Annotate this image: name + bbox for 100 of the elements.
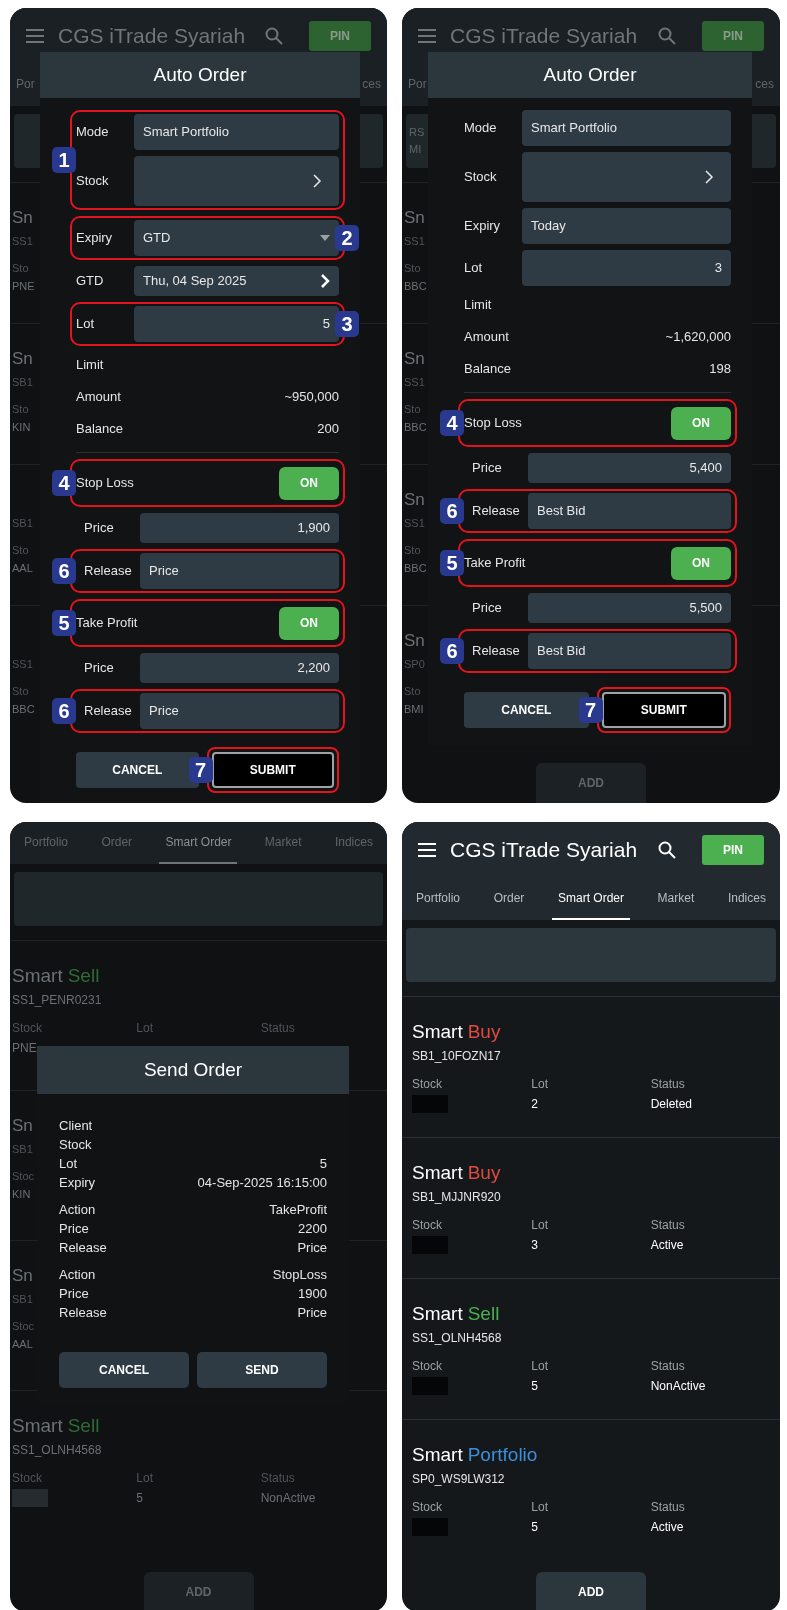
callout-badge: 6 [440,498,464,524]
callout-badge: 1 [52,147,76,173]
order-title: Smart [12,964,63,988]
field-label: Amount [76,388,121,407]
release-field[interactable]: Best Bid [528,493,731,529]
tab[interactable]: Portfolio [410,878,467,920]
detail-value: Price [297,1239,327,1257]
input-field[interactable]: 2,200 [140,653,339,683]
column-value: BBC [404,279,427,294]
submit-button[interactable]: SUBMIT [211,752,334,788]
input-field[interactable]: Smart Portfolio [134,114,339,150]
order-title: Smart [12,1414,63,1438]
field-label: Release [83,562,133,581]
order-code: SB1_10FOZN17 [412,1048,502,1065]
field-label: Price [83,659,115,678]
column-label: Status [650,1076,685,1093]
column-label: Lot [531,1076,548,1093]
column-value: Active [650,1237,685,1254]
detail-label: Release [59,1304,107,1322]
submit-button[interactable]: SUBMIT [601,692,726,728]
search-icon [265,27,283,45]
order-code: SS1_OLNH4568 [12,1442,103,1459]
callout-badge: 3 [335,311,359,337]
input-field[interactable]: 5 [134,306,339,342]
order-code: SS1 [404,375,425,390]
column-value: NonActive [260,1490,317,1507]
input-field[interactable]: 3 [522,250,731,286]
app-title: CGS iTrade Syariah [58,23,247,50]
order-title: Sn [404,207,425,229]
stock-picker[interactable] [134,156,339,206]
detail-label: Action [59,1266,96,1284]
field-label: Price [471,459,503,478]
menu-icon [26,29,44,43]
callout-badge: 4 [440,410,464,436]
release-field[interactable]: Price [140,693,339,729]
column-label: Stock [12,1020,42,1037]
date-picker[interactable]: Thu, 04 Sep 2025 [134,266,339,296]
add-button[interactable]: ADD [536,1572,646,1610]
send-button[interactable]: SEND [197,1352,327,1388]
order-title: Sn [404,348,425,370]
stock-picker[interactable] [522,152,731,202]
column-value: Active [650,1519,685,1536]
toggle-label: Stop Loss [76,474,134,493]
order-title: Sn [404,489,425,511]
order-code: SB1_MJJNR920 [412,1189,502,1206]
input-field[interactable]: Smart Portfolio [522,110,731,146]
input-field[interactable]: 1,900 [140,513,339,543]
order-title: Sn [12,348,33,370]
field-label: Lot [464,259,484,278]
callout-badge: 5 [440,550,464,576]
expiry-dropdown[interactable]: GTD [134,220,339,256]
detail-label: Price [59,1285,89,1303]
column-value: KIN [12,1187,31,1202]
field-value: 198 [709,360,731,379]
menu-icon [418,29,436,43]
detail-value: TakeProfit [269,1201,327,1219]
input-field[interactable]: Today [522,208,731,244]
callout-badge: 4 [52,470,76,496]
order-title: Smart [412,1020,463,1044]
release-field[interactable]: Best Bid [528,633,731,669]
chevron-icon [705,170,714,184]
input-field[interactable]: 5,400 [528,453,731,483]
dialog-title: Auto Order [428,52,752,98]
column-value: NonActive [650,1378,707,1395]
tab[interactable]: Market [651,878,701,920]
column-label: Status [650,1358,685,1375]
tab[interactable]: Smart Order [159,822,238,864]
search-icon [658,841,676,859]
field-label: Balance [76,420,123,439]
release-field[interactable]: Price [140,553,339,589]
column-value: Deleted [650,1096,694,1113]
tab[interactable]: Smart Order [551,878,630,920]
column-value: 5 [531,1378,539,1395]
input-field[interactable]: 5,500 [528,593,731,623]
column-label: Sto [12,542,29,558]
column-label: Stock [412,1358,442,1375]
detail-label: Client [59,1117,93,1135]
detail-value: StopLoss [272,1266,327,1284]
column-label: Stock [12,1470,42,1487]
field-label: Mode [76,123,110,142]
order-code: SS1_PENR0231 [12,992,103,1009]
field-value: 200 [317,420,339,439]
toggle-label: Take Profit [464,554,526,573]
column-value: PNE [12,1040,38,1057]
column-value: 5 [531,1519,539,1536]
dialog-title: Send Order [37,1046,349,1094]
detail-value: 04-Sep-2025 16:15:00 [197,1174,327,1192]
order-type: Sell [67,1414,100,1438]
search-icon [658,27,676,45]
card-text: MI [409,141,422,157]
field-label: Expiry [76,229,114,248]
tab[interactable]: Order [487,878,531,920]
detail-value: 2200 [298,1220,327,1238]
callout-badge: 6 [52,698,76,724]
tab[interactable]: Indices [721,878,772,920]
column-value: 5 [136,1490,144,1507]
field-label: Expiry [464,217,502,236]
order-type: Portfolio [467,1443,538,1467]
order-title: Sn [12,1265,33,1287]
cancel-button[interactable]: CANCEL [59,1352,189,1388]
